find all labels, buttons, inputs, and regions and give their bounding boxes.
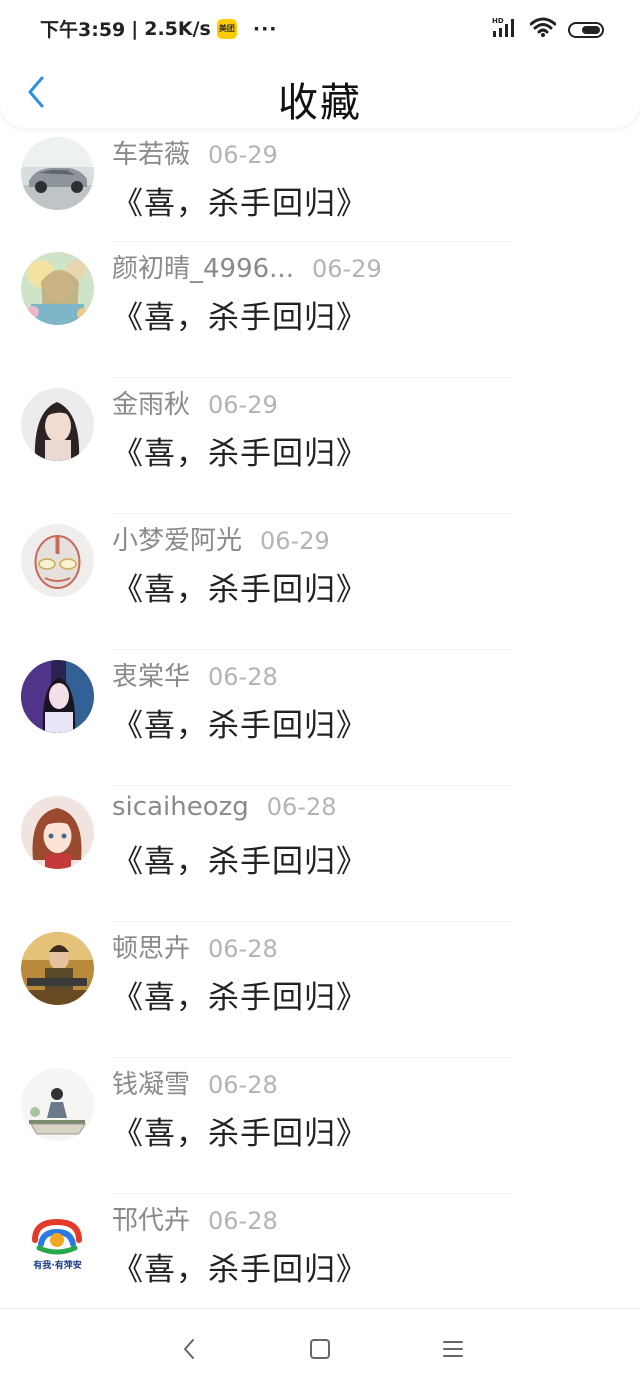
item-meta: 金雨秋 06-29 <box>112 384 278 421</box>
collection-title[interactable]: 《喜，杀手回归》 <box>112 700 368 745</box>
collection-title[interactable]: 《喜，杀手回归》 <box>112 1244 368 1289</box>
date: 06-28 <box>208 1071 278 1099</box>
system-nav-bar <box>0 1308 640 1387</box>
status-left: 下午3:59 | 2.5K/s 美团 ··· <box>40 15 278 42</box>
meituan-app-icon: 美团 <box>216 18 237 39</box>
date: 06-29 <box>260 527 330 555</box>
item-meta: 钱凝雪 06-28 <box>112 1064 278 1101</box>
network-type-label: HD <box>492 17 504 25</box>
user-name[interactable]: 邗代卉 <box>112 1200 190 1237</box>
user-name[interactable]: 金雨秋 <box>112 384 190 421</box>
avatar[interactable] <box>21 1068 94 1141</box>
collection-title[interactable]: 《喜，杀手回归》 <box>112 972 368 1017</box>
battery-level <box>582 25 600 34</box>
date: 06-29 <box>208 391 278 419</box>
item-meta: 颜初晴_4996... 06-29 <box>112 248 382 285</box>
status-right: HD <box>492 17 604 42</box>
date: 06-28 <box>266 793 337 821</box>
item-meta: 邗代卉 06-28 <box>112 1200 278 1237</box>
date: 06-28 <box>208 1207 278 1235</box>
item-meta: 衷棠华 06-28 <box>112 656 278 693</box>
avatar[interactable] <box>21 137 94 210</box>
signal-icon: HD <box>492 17 518 42</box>
battery-icon <box>568 21 604 38</box>
wifi-icon <box>529 17 557 42</box>
back-arrow-icon <box>184 1339 194 1359</box>
status-time: 下午3:59 <box>40 19 126 41</box>
home-square-icon <box>310 1339 330 1359</box>
avatar[interactable] <box>21 524 94 597</box>
status-separator: | <box>131 17 139 40</box>
item-meta: 小梦爱阿光 06-29 <box>112 520 330 557</box>
user-name[interactable]: 钱凝雪 <box>112 1064 190 1101</box>
date: 06-29 <box>311 255 382 283</box>
user-name[interactable]: sicaiheozg <box>112 792 249 822</box>
user-name[interactable]: 顿思卉 <box>112 928 190 965</box>
date: 06-28 <box>208 663 278 691</box>
list-item[interactable]: 顿思卉 06-28 《喜，杀手回归》 <box>0 922 640 1058</box>
avatar[interactable] <box>21 796 94 869</box>
nav-back-button[interactable] <box>173 1333 205 1365</box>
date: 06-28 <box>208 935 278 963</box>
avatar[interactable] <box>21 660 94 733</box>
avatar[interactable]: 有我·有萍安 <box>21 1204 94 1277</box>
list-item[interactable]: 金雨秋 06-29 《喜，杀手回归》 <box>0 378 640 514</box>
list-item[interactable]: 钱凝雪 06-28 《喜，杀手回归》 <box>0 1058 640 1194</box>
date: 06-29 <box>208 141 278 169</box>
menu-lines-icon <box>443 1341 463 1357</box>
page-title: 收藏 <box>278 80 362 126</box>
list-item[interactable]: 车若薇 06-29 《喜，杀手回归》 <box>0 128 640 242</box>
user-name[interactable]: 衷棠华 <box>112 656 190 693</box>
list-item[interactable]: 小梦爱阿光 06-29 《喜，杀手回归》 <box>0 514 640 650</box>
list-item[interactable]: 衷棠华 06-28 《喜，杀手回归》 <box>0 650 640 786</box>
list-item[interactable]: sicaiheozg 06-28 《喜，杀手回归》 <box>0 786 640 922</box>
user-name[interactable]: 颜初晴_4996... <box>112 248 294 285</box>
favorites-list: 车若薇 06-29 《喜，杀手回归》 颜初晴_4996... 06-29 《喜，杀手回归》… <box>0 128 640 1330</box>
status-more-icon: ··· <box>252 17 278 40</box>
item-meta: sicaiheozg 06-28 <box>112 792 337 822</box>
list-item[interactable]: 颜初晴_4996... 06-29 《喜，杀手回归》 <box>0 242 640 378</box>
screen: 下午3:59 | 2.5K/s 美团 ··· HD 收藏 车若薇 06-29 《… <box>0 0 640 1387</box>
avatar[interactable] <box>21 388 94 461</box>
user-name[interactable]: 小梦爱阿光 <box>112 520 242 557</box>
avatar[interactable] <box>21 932 94 1005</box>
avatar-logo-text: 有我·有萍安 <box>33 1259 81 1271</box>
nav-menu-button[interactable] <box>437 1333 469 1365</box>
item-meta: 顿思卉 06-28 <box>112 928 278 965</box>
collection-title[interactable]: 《喜，杀手回归》 <box>112 428 368 473</box>
nav-home-button[interactable] <box>304 1333 336 1365</box>
collection-title[interactable]: 《喜，杀手回归》 <box>112 564 368 609</box>
collection-title[interactable]: 《喜，杀手回归》 <box>112 836 368 881</box>
status-bar: 下午3:59 | 2.5K/s 美团 ··· HD <box>0 0 640 56</box>
collection-title[interactable]: 《喜，杀手回归》 <box>112 1108 368 1153</box>
user-name[interactable]: 车若薇 <box>112 134 190 171</box>
avatar[interactable] <box>21 252 94 325</box>
collection-title[interactable]: 《喜，杀手回归》 <box>112 178 368 223</box>
header: 收藏 <box>0 56 640 128</box>
collection-title[interactable]: 《喜，杀手回归》 <box>112 292 368 337</box>
status-net-speed: 2.5K/s <box>144 17 211 40</box>
item-meta: 车若薇 06-29 <box>112 134 278 171</box>
